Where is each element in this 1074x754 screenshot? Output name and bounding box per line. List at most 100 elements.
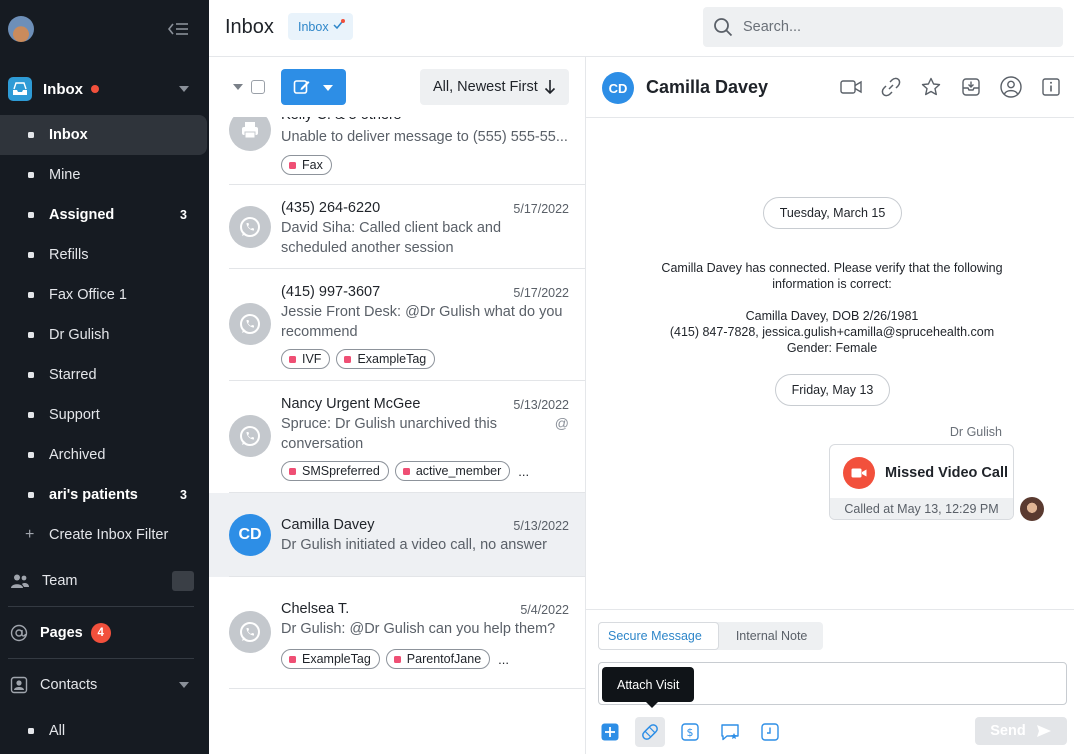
- sidebar-item-all-contacts[interactable]: All: [0, 711, 207, 751]
- tag-list: IVF ExampleTag: [281, 349, 436, 369]
- expand-team-button[interactable]: [172, 571, 194, 591]
- tag-chip[interactable]: active_member: [394, 461, 511, 481]
- add-attachment-button[interactable]: [595, 717, 625, 747]
- conversation-row[interactable]: (435) 264-6220 5/17/2022 David Siha: Cal…: [209, 185, 585, 269]
- sidebar-section-team[interactable]: Team: [0, 561, 209, 601]
- contacts-label: Contacts: [40, 677, 98, 693]
- tag-dot-icon: [344, 355, 352, 363]
- tab-secure-message[interactable]: Secure Message: [598, 622, 719, 650]
- sidebar-item-label: Inbox: [49, 127, 88, 143]
- create-filter-label: Create Inbox Filter: [49, 527, 169, 543]
- system-message-line: Camilla Davey, DOB 2/26/1981: [745, 309, 919, 323]
- tag-chip[interactable]: ExampleTag: [336, 349, 436, 369]
- user-avatar[interactable]: [8, 16, 34, 42]
- tag-chip[interactable]: ExampleTag: [281, 649, 380, 669]
- tag-list: SMSpreferred active_member ...: [281, 461, 529, 481]
- tag-chip[interactable]: SMSpreferred: [281, 461, 389, 481]
- tag-chip[interactable]: IVF: [281, 349, 331, 369]
- chevron-down-icon[interactable]: [179, 86, 189, 92]
- bullet-icon: [28, 172, 34, 178]
- conversation-name: (435) 264-6220: [281, 200, 381, 216]
- send-label: Send: [990, 723, 1026, 739]
- conversation-name: (415) 997-3607: [281, 284, 381, 300]
- saved-replies-button[interactable]: [715, 717, 745, 747]
- missed-call-card[interactable]: Missed Video Call Called at May 13, 12:2…: [829, 444, 1014, 520]
- sidebar-item-inbox[interactable]: Inbox: [0, 115, 207, 155]
- plus-square-icon: [601, 723, 619, 741]
- unread-dot: [91, 85, 99, 93]
- select-all-checkbox[interactable]: [251, 80, 265, 94]
- sidebar-item-archived[interactable]: Archived: [0, 435, 207, 475]
- composer-tabs: Secure Message Internal Note: [598, 622, 824, 650]
- conversation-header: CD Camilla Davey: [586, 57, 1074, 118]
- video-camera-icon: [843, 457, 875, 489]
- more-tags-ellipsis[interactable]: ...: [498, 652, 509, 667]
- sidebar-item-fax-office-1[interactable]: Fax Office 1: [0, 275, 207, 315]
- link-icon[interactable]: [879, 75, 903, 99]
- chevron-down-icon[interactable]: [179, 682, 189, 688]
- page-title: Inbox: [225, 16, 274, 38]
- conversation-date: 5/17/2022: [513, 202, 569, 216]
- tag-dot-icon: [289, 161, 296, 169]
- send-button[interactable]: Send: [975, 717, 1067, 745]
- video-camera-icon[interactable]: [839, 75, 863, 99]
- info-icon[interactable]: [1039, 75, 1063, 99]
- sidebar-section-pages[interactable]: Pages 4: [0, 613, 209, 653]
- plus-icon: +: [25, 526, 35, 543]
- inbox-section-header[interactable]: Inbox: [0, 70, 209, 108]
- sidebar-item-support[interactable]: Support: [0, 395, 207, 435]
- archive-icon[interactable]: [959, 75, 983, 99]
- conversation-row[interactable]: Nancy Urgent McGee 5/13/2022 Spruce: Dr …: [209, 381, 585, 493]
- schedule-message-button[interactable]: [755, 717, 785, 747]
- date-separator: Tuesday, March 15: [763, 197, 902, 229]
- sidebar-section-contacts[interactable]: Contacts: [0, 665, 209, 705]
- sidebar-item-starred[interactable]: Starred: [0, 355, 207, 395]
- whatsapp-avatar-icon: [229, 303, 271, 345]
- conversation-row[interactable]: Chelsea T. 5/4/2022 Dr Gulish: @Dr Gulis…: [209, 577, 585, 689]
- tab-internal-note[interactable]: Internal Note: [719, 622, 824, 650]
- payment-request-button[interactable]: $: [675, 717, 705, 747]
- conversation-preview: David Siha: Called client back and sched…: [281, 220, 502, 256]
- sort-dropdown[interactable]: All, Newest First: [420, 69, 569, 105]
- sidebar-item-dr-gulish[interactable]: Dr Gulish: [0, 315, 207, 355]
- inbox-chip[interactable]: Inbox: [288, 13, 353, 40]
- attach-visit-button[interactable]: [635, 717, 665, 747]
- system-message-line: (415) 847-7828, jessica.gulish+camilla@s…: [669, 325, 995, 339]
- search-icon: [714, 18, 733, 37]
- create-inbox-filter-button[interactable]: + Create Inbox Filter: [0, 515, 207, 555]
- search-input[interactable]: [743, 19, 1033, 35]
- whatsapp-avatar-icon: [229, 206, 271, 248]
- search-bar[interactable]: [703, 7, 1063, 47]
- call-timestamp: Called at May 13, 12:29 PM: [830, 498, 1013, 519]
- bullet-icon: [28, 728, 34, 734]
- compose-button[interactable]: [281, 69, 346, 105]
- sidebar-item-assigned[interactable]: Assigned 3: [0, 195, 207, 235]
- conversation-preview: Jessie Front Desk: @Dr Gulish what do yo…: [281, 304, 563, 340]
- conversation-row-selected[interactable]: CD Camilla Davey 5/13/2022 Dr Gulish ini…: [209, 493, 585, 577]
- assign-user-icon[interactable]: [999, 75, 1023, 99]
- sidebar-item-mine[interactable]: Mine: [0, 155, 207, 195]
- divider: [8, 606, 194, 607]
- more-tags-ellipsis[interactable]: ...: [518, 464, 529, 479]
- sidebar-item-refills[interactable]: Refills: [0, 235, 207, 275]
- team-icon: [11, 574, 29, 588]
- sidebar-item-aris-patients[interactable]: ari's patients 3: [0, 475, 207, 515]
- message-star-icon: [721, 724, 739, 741]
- conversation-row[interactable]: (415) 997-3607 5/17/2022 Jessie Front De…: [209, 269, 585, 381]
- tag-label: ExampleTag: [302, 652, 371, 666]
- tag-label: ExampleTag: [357, 352, 427, 366]
- contact-name[interactable]: Camilla Davey: [646, 77, 768, 98]
- tag-chip[interactable]: Fax: [281, 155, 332, 175]
- inbox-chip-label: Inbox: [298, 19, 329, 34]
- list-toolbar: All, Newest First: [209, 57, 585, 117]
- bullet-icon: [28, 212, 34, 218]
- contact-avatar[interactable]: CD: [602, 72, 634, 104]
- send-arrow-icon: [1036, 725, 1051, 737]
- star-icon[interactable]: [919, 75, 943, 99]
- inbox-tray-icon: [8, 77, 32, 101]
- sidebar-item-label: Dr Gulish: [49, 327, 110, 343]
- sort-label: All, Newest First: [433, 79, 538, 95]
- select-menu-chevron-icon[interactable]: [233, 84, 243, 90]
- tag-chip[interactable]: ParentofJane: [385, 649, 491, 669]
- collapse-sidebar-icon[interactable]: [166, 19, 190, 39]
